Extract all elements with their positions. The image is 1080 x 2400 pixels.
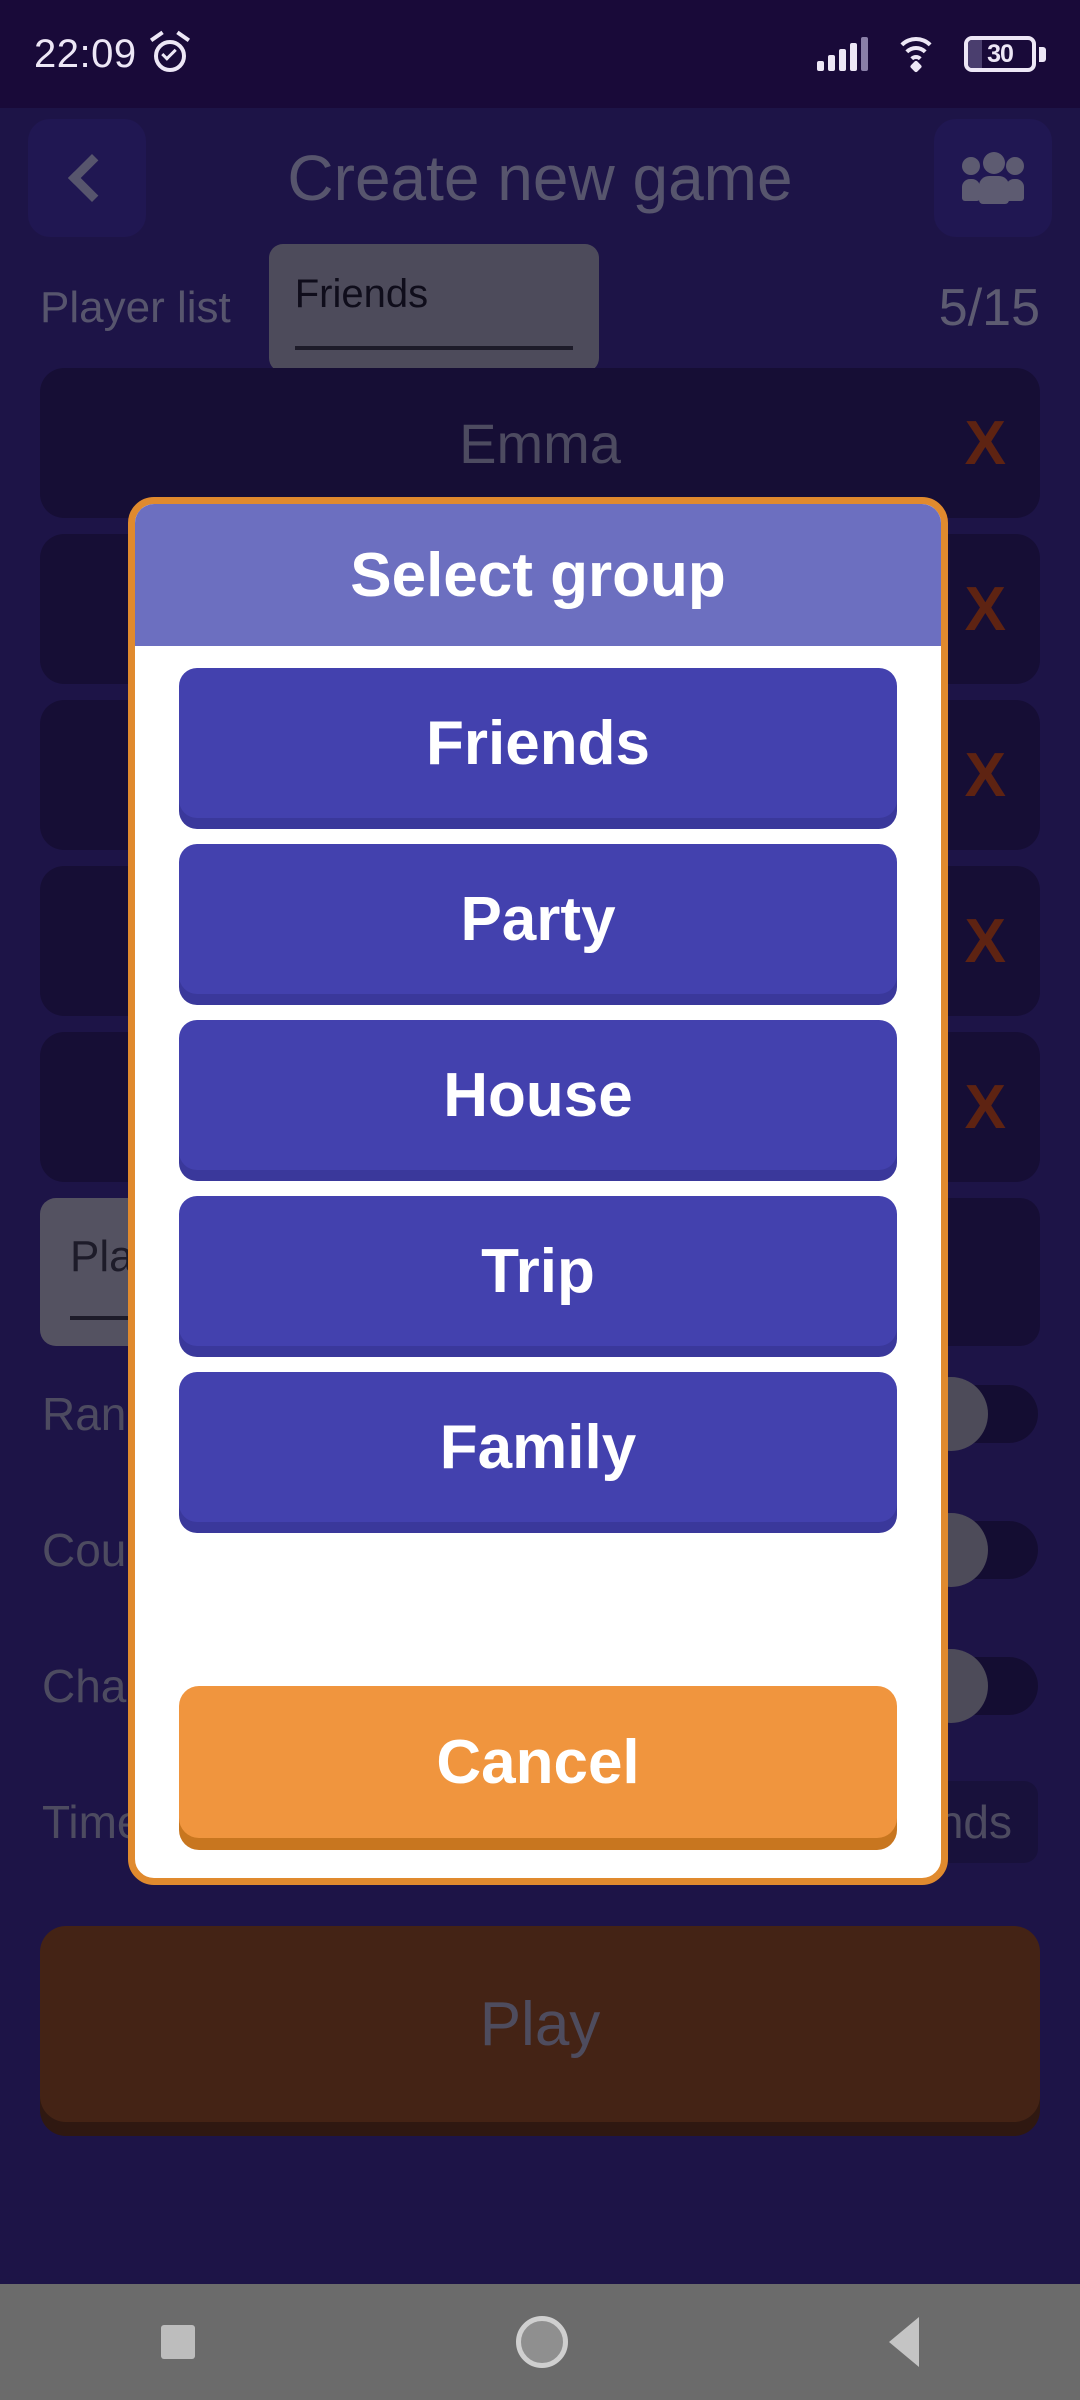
status-bar-right: 30 [817, 36, 1046, 73]
status-bar-left: 22:09 [34, 30, 190, 77]
group-option-label: Party [460, 884, 616, 954]
group-option-friends[interactable]: Friends [179, 668, 897, 818]
group-option-family[interactable]: Family [179, 1372, 897, 1522]
group-option-party[interactable]: Party [179, 844, 897, 994]
dialog-header: Select group [135, 504, 941, 646]
android-navigation-bar [0, 2284, 1080, 2400]
phone-screen: 22:09 30 Create new game Player list Fri… [0, 0, 1080, 2400]
cellular-signal-icon [817, 37, 868, 71]
group-option-label: Friends [426, 708, 650, 778]
square-recents-icon[interactable] [160, 2325, 195, 2359]
group-option-label: House [443, 1060, 633, 1130]
circle-home-icon[interactable] [515, 2316, 568, 2368]
group-option-house[interactable]: House [179, 1020, 897, 1170]
battery-level-label: 30 [987, 39, 1014, 68]
cancel-button-label: Cancel [436, 1727, 640, 1797]
wifi-icon [894, 37, 938, 73]
alarm-clock-icon [149, 30, 190, 73]
status-bar: 22:09 30 [0, 0, 1080, 108]
cancel-button[interactable]: Cancel [179, 1686, 897, 1838]
group-option-label: Family [439, 1412, 637, 1482]
dialog-options-list: Friends Party House Trip Family [135, 646, 941, 1686]
triangle-back-icon[interactable] [889, 2317, 920, 2367]
dialog-footer: Cancel [135, 1686, 941, 1878]
battery-icon: 30 [964, 36, 1046, 72]
group-option-label: Trip [481, 1236, 595, 1306]
dialog-title: Select group [350, 540, 726, 610]
status-bar-clock: 22:09 [34, 31, 137, 76]
group-option-trip[interactable]: Trip [179, 1196, 897, 1346]
select-group-dialog: Select group Friends Party House Trip Fa… [128, 497, 948, 1885]
